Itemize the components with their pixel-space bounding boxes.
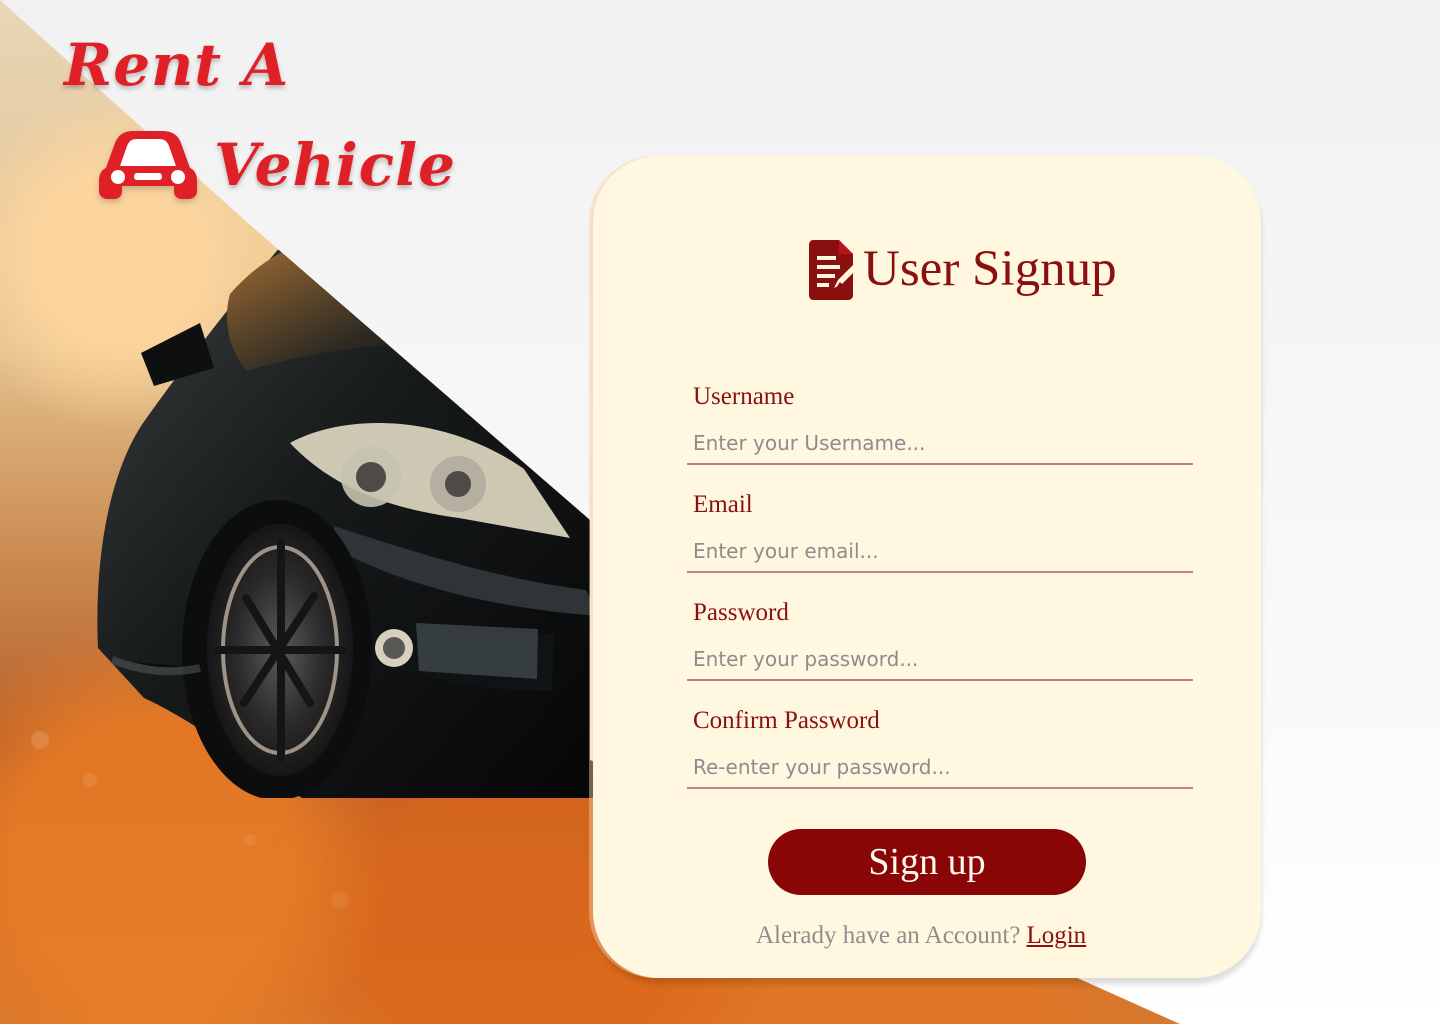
car-icon	[99, 131, 197, 199]
email-field-group: Email	[687, 484, 1193, 592]
email-label: Email	[693, 491, 753, 518]
brand-title-line-2: Vehicle	[214, 131, 457, 199]
login-link[interactable]: Login	[1026, 922, 1086, 949]
car-photo-illustration	[97, 205, 599, 798]
password-label: Password	[693, 599, 789, 626]
account-prompt-text: Alerady have an Account?	[756, 922, 1021, 949]
password-input[interactable]	[687, 639, 1193, 681]
confirm-password-input[interactable]	[687, 747, 1193, 789]
confirm-password-label: Confirm Password	[693, 707, 880, 734]
email-input[interactable]	[687, 531, 1193, 573]
signup-form: Username Email Password Confirm Password	[687, 376, 1193, 808]
confirm-password-field-group: Confirm Password	[687, 700, 1193, 808]
username-label: Username	[693, 383, 795, 410]
signup-form-icon	[809, 240, 859, 300]
signup-card: User Signup Username Email Password Conf…	[593, 156, 1261, 978]
password-field-group: Password	[687, 592, 1193, 700]
page-title: User Signup	[863, 240, 1117, 297]
signup-header: User Signup	[809, 238, 1117, 300]
brand-title-line-1: Rent A	[64, 31, 290, 99]
signup-button[interactable]: Sign up	[768, 829, 1086, 895]
username-input[interactable]	[687, 423, 1193, 465]
username-field-group: Username	[687, 376, 1193, 484]
signup-page: Rent A Vehicle User Signup Username Ente…	[0, 0, 1440, 1024]
login-prompt: Alerady have an Account? Login	[756, 923, 1086, 948]
